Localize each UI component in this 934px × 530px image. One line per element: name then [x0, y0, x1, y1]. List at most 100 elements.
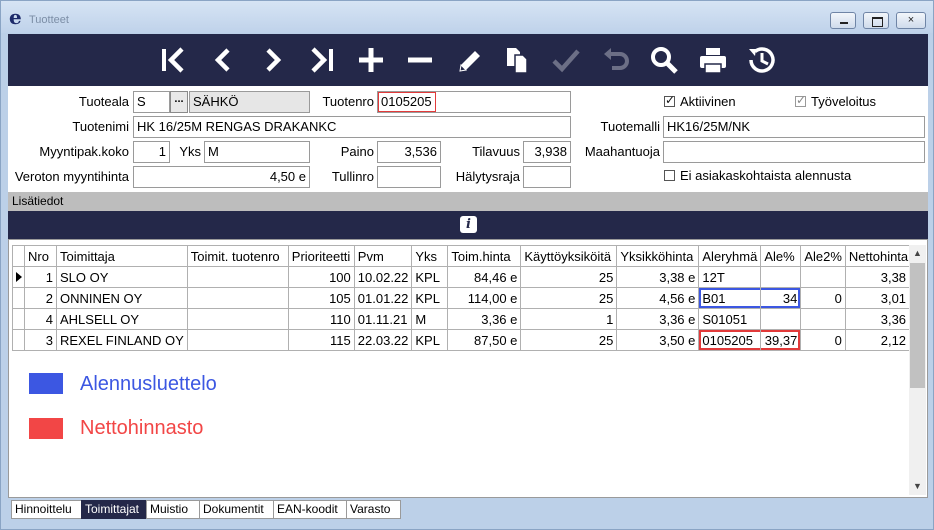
cell-toimittaja[interactable]: AHLSELL OY: [56, 308, 188, 330]
close-button[interactable]: ×: [896, 12, 926, 29]
cell-ale[interactable]: [760, 266, 802, 288]
add-button[interactable]: [351, 40, 391, 80]
cell-pvm[interactable]: 01.01.22: [353, 287, 413, 309]
maximize-button[interactable]: [863, 12, 889, 29]
tuoteala-code-field[interactable]: S: [133, 91, 170, 113]
cell-ale2[interactable]: 0: [800, 329, 846, 351]
column-header[interactable]: Ale%: [760, 245, 802, 267]
lisatiedot-section[interactable]: Lisätiedot: [8, 192, 928, 211]
row-pointer[interactable]: [12, 287, 25, 309]
cell-nro[interactable]: 1: [24, 266, 57, 288]
cell-pvm[interactable]: 10.02.22: [353, 266, 413, 288]
cell-prioriteetti[interactable]: 105: [287, 287, 355, 309]
tab-toimittajat[interactable]: Toimittajat: [81, 500, 147, 519]
tab-varasto[interactable]: Varasto: [346, 500, 401, 519]
cell-nro[interactable]: 3: [24, 329, 57, 351]
column-header[interactable]: Prioriteetti: [287, 245, 355, 267]
cell-yks[interactable]: KPL: [411, 287, 449, 309]
scroll-thumb[interactable]: [910, 263, 925, 388]
last-record-button[interactable]: [303, 40, 343, 80]
cell-toim-hinta[interactable]: 87,50 e: [447, 329, 522, 351]
tab-hinnoittelu[interactable]: Hinnoittelu: [11, 500, 82, 519]
cell-prioriteetti[interactable]: 110: [287, 308, 355, 330]
column-header[interactable]: Toim.hinta: [447, 245, 522, 267]
cell-toimit-tuotenro[interactable]: [186, 329, 289, 351]
tab-ean-koodit[interactable]: EAN-koodit: [273, 500, 347, 519]
table-row[interactable]: 2 ONNINEN OY 105 01.01.22 KPL 114,00 e 25 4,56 …: [12, 287, 921, 309]
history-button[interactable]: [742, 40, 782, 80]
cell-aleryhma[interactable]: B01: [698, 287, 762, 309]
cell-kayttoyksikoita[interactable]: 25: [520, 266, 618, 288]
cell-ale2[interactable]: [800, 266, 846, 288]
cell-yks[interactable]: KPL: [411, 266, 449, 288]
cell-ale[interactable]: [760, 308, 802, 330]
delete-button[interactable]: [400, 40, 440, 80]
cell-yksikkohinta[interactable]: 3,38 e: [616, 266, 700, 288]
cell-yksikkohinta[interactable]: 3,36 e: [616, 308, 700, 330]
cell-aleryhma[interactable]: 0105205: [698, 329, 762, 351]
column-header[interactable]: Ale2%: [800, 245, 846, 267]
cell-toim-hinta[interactable]: 84,46 e: [447, 266, 522, 288]
row-pointer[interactable]: [12, 329, 25, 351]
column-header[interactable]: Aleryhmä: [698, 245, 762, 267]
grid-scrollbar[interactable]: ▲ ▼: [909, 245, 926, 495]
cell-prioriteetti[interactable]: 100: [287, 266, 355, 288]
table-row[interactable]: 4 AHLSELL OY 110 01.11.21 M 3,36 e 1 3,36 e S010…: [12, 308, 921, 330]
column-header[interactable]: Pvm: [353, 245, 413, 267]
column-header[interactable]: Käyttöyksiköitä: [520, 245, 618, 267]
tuotenro-field[interactable]: 0105205: [377, 91, 571, 113]
cell-ale2[interactable]: [800, 308, 846, 330]
veroton-field[interactable]: 4,50 e: [133, 166, 310, 188]
cell-yksikkohinta[interactable]: 3,50 e: [616, 329, 700, 351]
cell-toimittaja[interactable]: REXEL FINLAND OY: [56, 329, 188, 351]
cell-pvm[interactable]: 22.03.22: [353, 329, 413, 351]
minimize-button[interactable]: [830, 12, 856, 29]
aktiivinen-checkbox[interactable]: [664, 93, 675, 107]
tyoveloitus-checkbox[interactable]: [795, 93, 806, 107]
tuotemalli-field[interactable]: HK16/25M/NK: [663, 116, 925, 138]
save-button[interactable]: [546, 40, 586, 80]
cell-yks[interactable]: KPL: [411, 329, 449, 351]
scroll-up-icon[interactable]: ▲: [909, 245, 926, 262]
column-header[interactable]: Yksikköhinta: [616, 245, 700, 267]
tilavuus-field[interactable]: 3,938: [523, 141, 571, 163]
scroll-down-icon[interactable]: ▼: [909, 478, 926, 495]
tab-dokumentit[interactable]: Dokumentit: [199, 500, 274, 519]
tuoteala-lookup-button[interactable]: ...: [170, 91, 188, 113]
cell-yks[interactable]: M: [411, 308, 449, 330]
column-header[interactable]: Toimittaja: [56, 245, 188, 267]
cell-aleryhma[interactable]: 12T: [698, 266, 762, 288]
cell-kayttoyksikoita[interactable]: 25: [520, 329, 618, 351]
halytysraja-field[interactable]: [523, 166, 571, 188]
column-header[interactable]: Nro: [24, 245, 57, 267]
table-row[interactable]: 1 SLO OY 100 10.02.22 KPL 84,46 e 25 3,38 e 12T 3…: [12, 266, 921, 288]
info-icon[interactable]: i: [460, 216, 477, 233]
edit-button[interactable]: [449, 40, 489, 80]
yks-field[interactable]: M: [204, 141, 310, 163]
maahantuoja-field[interactable]: [663, 141, 925, 163]
tab-muistio[interactable]: Muistio: [146, 500, 200, 519]
table-row[interactable]: 3 REXEL FINLAND OY 115 22.03.22 KPL 87,50 e 25…: [12, 329, 921, 351]
cell-kayttoyksikoita[interactable]: 25: [520, 287, 618, 309]
column-header[interactable]: Yks: [411, 245, 449, 267]
cell-ale2[interactable]: 0: [800, 287, 846, 309]
undo-button[interactable]: [596, 40, 636, 80]
cell-ale[interactable]: 34: [760, 287, 802, 309]
cell-yksikkohinta[interactable]: 4,56 e: [616, 287, 700, 309]
copy-button[interactable]: [497, 40, 537, 80]
cell-kayttoyksikoita[interactable]: 1: [520, 308, 618, 330]
next-record-button[interactable]: [253, 40, 293, 80]
cell-toimit-tuotenro[interactable]: [186, 308, 289, 330]
print-button[interactable]: [693, 40, 733, 80]
ei-alennus-checkbox[interactable]: [664, 170, 675, 181]
cell-toimittaja[interactable]: ONNINEN OY: [56, 287, 188, 309]
column-header[interactable]: Toimit. tuotenro: [186, 245, 289, 267]
search-button[interactable]: [644, 40, 684, 80]
myyntipak-field[interactable]: 1: [133, 141, 170, 163]
cell-toimit-tuotenro[interactable]: [186, 266, 289, 288]
cell-toimittaja[interactable]: SLO OY: [56, 266, 188, 288]
cell-nro[interactable]: 4: [24, 308, 57, 330]
cell-pvm[interactable]: 01.11.21: [353, 308, 413, 330]
row-pointer[interactable]: [12, 266, 25, 288]
previous-record-button[interactable]: [203, 40, 243, 80]
